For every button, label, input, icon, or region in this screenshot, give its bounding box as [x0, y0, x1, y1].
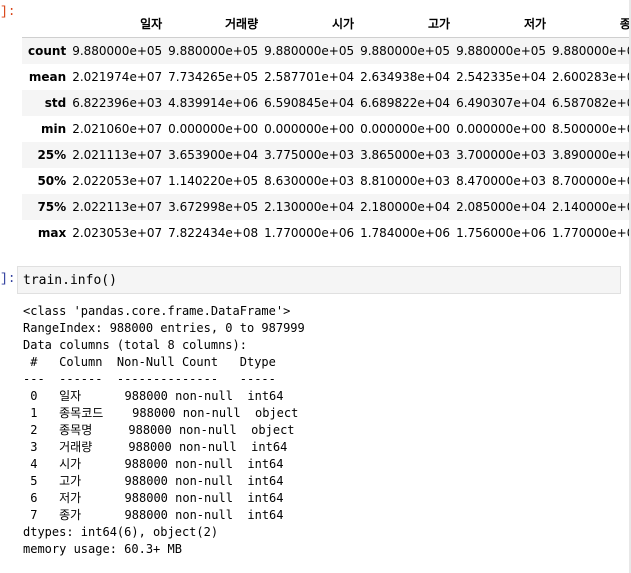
column-header: 시가	[264, 9, 361, 38]
output-prompt: ]:	[0, 4, 16, 19]
cell-stdout: <class 'pandas.core.frame.DataFrame'> Ran…	[23, 303, 305, 558]
table-row: mean 2.021974e+07 7.734265e+05 2.587701e+04…	[22, 64, 631, 90]
table-cell: 6.822396e+03	[72, 96, 163, 110]
table-cell: 2.022113e+07	[72, 200, 163, 214]
column-header: 일자	[72, 9, 169, 38]
stdout-line: memory usage: 60.3+ MB	[23, 542, 182, 556]
table-cell: 8.810000e+03	[360, 174, 451, 188]
stdout-line: --- ------ -------------- -----	[23, 372, 284, 386]
stdout-line: 3 거래량 988000 non-null int64	[23, 440, 295, 454]
column-header: 거래량	[168, 9, 265, 38]
table-cell: 9.880000e+05	[264, 44, 355, 58]
code-cell-input[interactable]: train.info()	[17, 266, 621, 294]
table-cell: 2.542335e+04	[456, 70, 547, 84]
table-cell: 3.775000e+03	[264, 148, 355, 162]
table-row: max 2.023053e+07 7.822434e+08 1.770000e+06 1…	[22, 220, 631, 246]
table-cell: 2.085000e+04	[456, 200, 547, 214]
stdout-line: 5 고가 988000 non-null int64	[23, 474, 291, 488]
stdout-line: dtypes: int64(6), object(2)	[23, 525, 219, 539]
table-cell: 3.672998e+05	[168, 200, 259, 214]
table-cell: 8.630000e+03	[264, 174, 355, 188]
table-cell: 0.000000e+00	[264, 122, 355, 136]
stdout-line: # Column Non-Null Count Dtype	[23, 355, 284, 369]
table-cell: 1.784000e+06	[360, 226, 451, 240]
table-cell: 8.700000e+03	[552, 174, 631, 188]
table-cell: 2.021060e+07	[72, 122, 163, 136]
table-cell: 4.839914e+06	[168, 96, 259, 110]
table-cell: 2.180000e+04	[360, 200, 451, 214]
table-cell: 1.770000e+06	[552, 226, 631, 240]
table-header-row: 일자 거래량 시가 고가 저가 종가	[22, 9, 631, 38]
column-header	[22, 9, 73, 38]
input-prompt: ]:	[0, 271, 16, 286]
stdout-line: 2 종목명 988000 non-null object	[23, 423, 295, 437]
table-cell: 1.756000e+06	[456, 226, 547, 240]
table-cell: 0.000000e+00	[360, 122, 451, 136]
table-cell: 9.880000e+05	[72, 44, 163, 58]
table-cell: 9.880000e+05	[552, 44, 631, 58]
table-cell: 2.600283e+04	[552, 70, 631, 84]
stdout-line: 7 종가 988000 non-null int64	[23, 508, 291, 522]
column-header: 종가	[552, 9, 631, 38]
table-cell: 9.880000e+05	[456, 44, 547, 58]
table-cell: 2.023053e+07	[72, 226, 163, 240]
table-cell: 0.000000e+00	[168, 122, 259, 136]
table-row: 50% 2.022053e+07 1.140220e+05 8.630000e+03 8…	[22, 168, 631, 194]
stdout-line: Data columns (total 8 columns):	[23, 338, 247, 352]
table-cell: 2.021113e+07	[72, 148, 163, 162]
table-cell: 6.490307e+04	[456, 96, 547, 110]
table-cell: 3.653900e+04	[168, 148, 259, 162]
table-cell: 1.770000e+06	[264, 226, 355, 240]
table-cell: 6.689822e+04	[360, 96, 451, 110]
table-cell: 2.130000e+04	[264, 200, 355, 214]
row-index-label: count	[28, 44, 67, 58]
table-cell: 3.865000e+03	[360, 148, 451, 162]
stdout-line: RangeIndex: 988000 entries, 0 to 987999	[23, 321, 305, 335]
table-row: min 2.021060e+07 0.000000e+00 0.000000e+00 0…	[22, 116, 631, 142]
table-row: count 9.880000e+05 9.880000e+05 9.880000e+0…	[22, 37, 631, 64]
row-index-label: max	[37, 226, 67, 240]
table-cell: 9.880000e+05	[360, 44, 451, 58]
table-cell: 7.822434e+08	[168, 226, 259, 240]
stdout-line: 4 시가 988000 non-null int64	[23, 457, 291, 471]
table-cell: 7.734265e+05	[168, 70, 259, 84]
stdout-line: 6 저가 988000 non-null int64	[23, 491, 291, 505]
table-cell: 6.587082e+04	[552, 96, 631, 110]
stdout-line: <class 'pandas.core.frame.DataFrame'>	[23, 304, 291, 318]
table-row: std 6.822396e+03 4.839914e+06 6.590845e+04 6…	[22, 90, 631, 116]
table-cell: 6.590845e+04	[264, 96, 355, 110]
stdout-line: 1 종목코드 988000 non-null object	[23, 406, 299, 420]
table-row: 25% 2.021113e+07 3.653900e+04 3.775000e+03 3…	[22, 142, 631, 168]
column-header: 저가	[456, 9, 553, 38]
row-index-label: 25%	[37, 148, 67, 162]
table-cell: 2.022053e+07	[72, 174, 163, 188]
column-header: 고가	[360, 9, 457, 38]
row-index-label: min	[41, 122, 67, 136]
row-index-label: 50%	[37, 174, 67, 188]
table-row: 75% 2.022113e+07 3.672998e+05 2.130000e+04 2…	[22, 194, 631, 220]
table-cell: 9.880000e+05	[168, 44, 259, 58]
table-cell: 8.470000e+03	[456, 174, 547, 188]
table-cell: 2.634938e+04	[360, 70, 451, 84]
table-cell: 3.890000e+03	[552, 148, 631, 162]
row-index-label: mean	[28, 70, 67, 84]
table-body: count 9.880000e+05 9.880000e+05 9.880000e+0…	[22, 37, 631, 247]
table-cell: 3.700000e+03	[456, 148, 547, 162]
table-cell: 1.140220e+05	[168, 174, 259, 188]
table-cell: 2.021974e+07	[72, 70, 163, 84]
row-index-label: std	[44, 96, 67, 110]
table-cell: 2.140000e+04	[552, 200, 631, 214]
table-cell: 0.000000e+00	[456, 122, 547, 136]
table-cell: 2.587701e+04	[264, 70, 355, 84]
table-cell: 8.500000e+01	[552, 122, 631, 136]
row-index-label: 75%	[37, 200, 67, 214]
describe-table: 일자 거래량 시가 고가 저가 종가 count 9.880000e+05 9.88…	[22, 9, 631, 246]
stdout-line: 0 일자 988000 non-null int64	[23, 389, 291, 403]
